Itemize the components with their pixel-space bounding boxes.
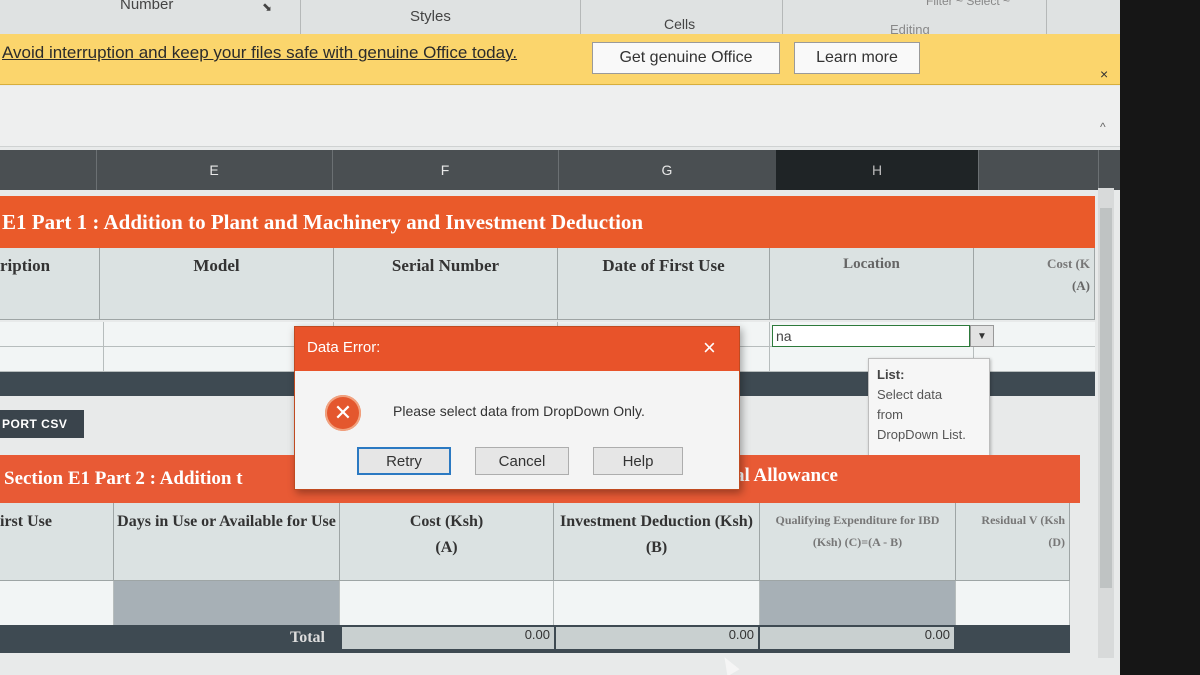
total-row: Total 0.00 0.00 0.00 (0, 625, 1070, 653)
message-bar-close-icon[interactable]: × (1100, 66, 1108, 82)
header-cost-ksh: Cost (Ksh) (A) (340, 503, 554, 581)
header-location: Location (770, 248, 974, 320)
monitor-bezel (1120, 0, 1200, 675)
table-cell[interactable] (956, 602, 1070, 626)
header-days-in-use: Days in Use or Available for Use (114, 503, 340, 581)
header-investment-deduction: Investment Deduction (Ksh) (B) (554, 503, 760, 581)
section1-title: E1 Part 1 : Addition to Plant and Machin… (0, 196, 1095, 248)
data-error-dialog: Data Error: × ✕ Please select data from … (294, 326, 740, 490)
table-cell[interactable] (0, 602, 114, 626)
tooltip-title: List: (877, 367, 905, 382)
mouse-pointer-icon (718, 653, 740, 675)
genuine-office-message-bar: Avoid interruption and keep your files s… (0, 34, 1120, 85)
error-icon: ✕ (325, 395, 361, 431)
help-button[interactable]: Help (593, 447, 683, 475)
column-header-h[interactable]: H (776, 150, 979, 190)
total-investment-deduction: 0.00 (556, 627, 758, 649)
formula-bar-area (0, 86, 1120, 147)
tooltip-line: Select data (877, 387, 943, 402)
header-first-use: irst Use (0, 503, 114, 581)
table-row (0, 602, 1070, 627)
table-cell[interactable] (0, 347, 104, 371)
vertical-scrollbar[interactable] (1098, 188, 1114, 658)
total-qualifying-expenditure: 0.00 (760, 627, 954, 649)
tooltip-line: DropDown List. (877, 427, 966, 442)
dialog-titlebar[interactable]: Data Error: × (295, 327, 739, 371)
section2-header-row: irst Use Days in Use or Available for Us… (0, 503, 1070, 581)
header-model: Model (100, 248, 334, 320)
table-cell[interactable] (114, 602, 340, 626)
dialog-launcher-icon[interactable]: ⬊ (262, 0, 272, 38)
header-qualifying-expenditure: Qualifying Expenditure for IBD (Ksh) (C)… (760, 503, 956, 581)
header-cost: Cost (K (A) (974, 248, 1095, 320)
column-header-bar: E F G H (0, 150, 1120, 190)
table-cell[interactable] (340, 602, 554, 626)
export-csv-button[interactable]: PORT CSV (0, 410, 84, 438)
retry-button[interactable]: Retry (357, 447, 451, 475)
cancel-button[interactable]: Cancel (475, 447, 569, 475)
filter-select[interactable]: Filter ~ Select ~ (926, 0, 1010, 32)
table-cell[interactable] (760, 602, 956, 626)
learn-more-button[interactable]: Learn more (794, 42, 920, 74)
header-date-of-first-use: Date of First Use (558, 248, 770, 320)
section2-title-right: al Allowance (735, 465, 838, 486)
active-cell-location[interactable]: na (772, 325, 970, 347)
section2-title-left: Section E1 Part 2 : Addition t (4, 468, 243, 489)
excel-screen: Number ⬊ Styles Cells Filter ~ Select ~ … (0, 0, 1120, 675)
total-label: Total (290, 629, 325, 646)
column-header-e[interactable]: E (96, 150, 333, 190)
close-icon[interactable]: × (703, 335, 716, 361)
collapse-ribbon-icon[interactable]: ^ (1100, 120, 1106, 134)
dropdown-arrow-icon[interactable]: ▼ (970, 325, 994, 347)
tooltip-line: from (877, 407, 903, 422)
dialog-message: Please select data from DropDown Only. (393, 403, 645, 419)
column-header-g[interactable]: G (558, 150, 777, 190)
column-header-d[interactable] (0, 150, 97, 190)
message-bar-text[interactable]: Avoid interruption and keep your files s… (2, 43, 517, 63)
table-cell[interactable] (554, 602, 760, 626)
get-genuine-office-button[interactable]: Get genuine Office (592, 42, 780, 74)
total-cost: 0.00 (342, 627, 554, 649)
table-cell[interactable] (0, 322, 104, 346)
section1-header-row: ription Model Serial Number Date of Firs… (0, 248, 1095, 320)
header-residual-value: Residual V (Ksh (D) (956, 503, 1070, 581)
column-header-f[interactable]: F (332, 150, 559, 190)
header-description: ription (0, 248, 100, 320)
dialog-title: Data Error: (307, 339, 381, 356)
scrollbar-thumb[interactable] (1100, 208, 1112, 588)
header-serial-number: Serial Number (334, 248, 558, 320)
ribbon-group-number: Number (120, 0, 174, 13)
validation-input-tooltip: List: Select data from DropDown List. (868, 358, 990, 462)
column-header-i[interactable] (978, 150, 1099, 190)
